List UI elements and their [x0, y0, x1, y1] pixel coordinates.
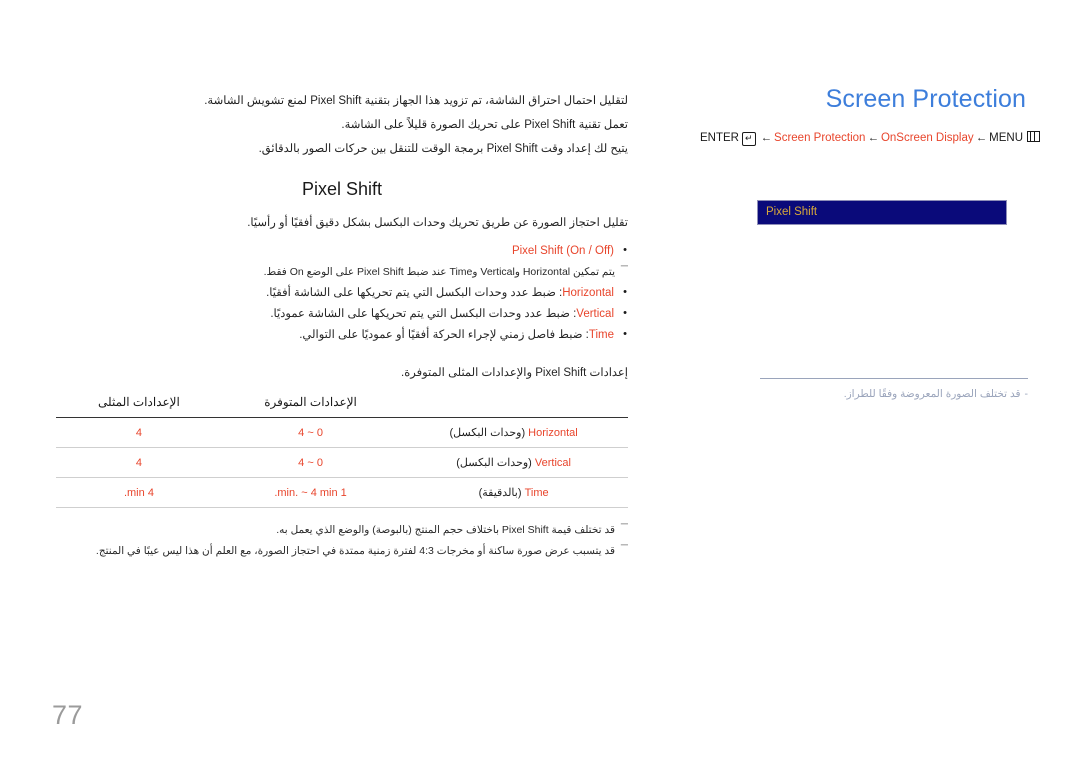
- osd-note-block: -قد تختلف الصورة المعروضة وفقًا للطراز.: [760, 378, 1028, 403]
- breadcrumb-arrow-2: ←: [867, 131, 879, 144]
- table-unit-horizontal: (وحدات البكسل): [449, 427, 526, 440]
- intro-line-3: يتيح لك إعداد وقت Pixel Shift برمجة الوق…: [258, 142, 628, 155]
- bottom-notes: قد تختلف قيمة Pixel Shift باختلاف حجم ال…: [56, 516, 628, 561]
- table-term-horizontal: Horizontal: [528, 427, 578, 440]
- bullet-pixel-shift-onoff-label: Pixel Shift (On / Off): [511, 244, 614, 257]
- bullet-horizontal: Horizontal: ضبط عدد وحدات البكسل التي يت…: [56, 283, 628, 304]
- bullet-horizontal-desc: : ضبط عدد وحدات البكسل التي يتم تحريكها …: [266, 287, 563, 300]
- breadcrumb-enter-label: ENTER: [700, 131, 739, 144]
- breadcrumb-arrow-3: ←: [975, 131, 988, 144]
- table-unit-vertical: (وحدات البكسل): [456, 457, 532, 470]
- table-header-optimal: الإعدادات المثلى: [98, 395, 180, 410]
- table-cell-available-vertical: 0 ~ 4: [221, 447, 400, 479]
- osd-menu-item-pixel-shift[interactable]: Pixel Shift: [757, 200, 1007, 225]
- body-content: لتقليل احتمال احتراق الشاشة، تم تزويد هذ…: [56, 92, 628, 564]
- breadcrumb-arrow-1: ←: [760, 131, 773, 144]
- table-term-time: Time: [524, 487, 549, 500]
- breadcrumb-item-screen-protection[interactable]: Screen Protection: [774, 132, 865, 144]
- osd-note-divider: [760, 378, 1028, 379]
- page-title: Screen Protection: [825, 85, 1026, 113]
- table-cell-term-time: Time (بالدقيقة): [399, 477, 628, 509]
- bullet-vertical-desc: : ضبط عدد وحدات البكسل التي يتم تحريكها …: [270, 308, 577, 321]
- note-enable-condition: يتم تمكين Horizontal وVertical وTime عند…: [56, 258, 628, 282]
- breadcrumb: ENTER ↵ ← Screen Protection ← OnScreen Displa…: [700, 130, 1041, 146]
- bullet-time-term: Time: [588, 328, 614, 341]
- section-title: Pixel Shift: [301, 179, 383, 200]
- bullet-pixel-shift-onoff: Pixel Shift (On / Off): [56, 241, 628, 262]
- table-cell-term-horizontal: Horizontal (وحدات البكسل): [399, 417, 628, 449]
- bottom-note-1: قد تختلف قيمة Pixel Shift باختلاف حجم ال…: [56, 516, 628, 540]
- table-header-label: [399, 391, 628, 418]
- option-bullet-list: Horizontal: ضبط عدد وحدات البكسل التي يت…: [56, 283, 628, 346]
- table-cell-available-horizontal: 0 ~ 4: [221, 417, 400, 449]
- table-cell-term-vertical: Vertical (وحدات البكسل): [399, 447, 628, 479]
- table-cell-optimal-vertical: 4: [56, 447, 222, 479]
- table-intro: إعدادات Pixel Shift والإعدادات المثلى ال…: [401, 366, 628, 379]
- manual-page: Screen Protection ENTER ↵ ← Screen Protecti…: [0, 0, 1080, 763]
- breadcrumb-item-menu[interactable]: MENU: [989, 132, 1023, 144]
- table-term-vertical: Vertical: [534, 457, 571, 470]
- bullet-vertical: Vertical: ضبط عدد وحدات البكسل التي يتم …: [56, 304, 628, 325]
- osd-note: -قد تختلف الصورة المعروضة وفقًا للطراز.: [760, 387, 1028, 403]
- page-number: 77: [52, 700, 84, 730]
- bullet-vertical-term: Vertical: [576, 308, 614, 321]
- bullet-time-desc: : ضبط فاصل زمني لإجراء الحركة أفقيًا أو …: [299, 328, 589, 341]
- table-cell-optimal-horizontal: 4: [56, 417, 222, 449]
- menu-grid-icon: [1027, 130, 1041, 142]
- osd-note-dash: -: [1024, 388, 1029, 400]
- bullet-horizontal-term: Horizontal: [562, 287, 614, 300]
- bottom-note-2: قد يتسبب عرض صورة ساكنة أو مخرجات 4:3 لف…: [56, 537, 628, 561]
- table-header-available: الإعدادات المتوفرة: [264, 395, 357, 410]
- table-unit-time: (بالدقيقة): [478, 487, 522, 500]
- osd-menu-mock: Pixel Shift: [757, 200, 1007, 225]
- enter-key-icon: ↵: [741, 131, 756, 146]
- table-cell-available-time: 1 min. ~ 4 min.: [221, 477, 400, 509]
- osd-note-text: قد تختلف الصورة المعروضة وفقًا للطراز.: [843, 388, 1021, 400]
- table-header-row: الإعدادات المتوفرة الإعدادات المثلى: [56, 391, 628, 418]
- feature-bullet-list: Pixel Shift (On / Off): [56, 241, 628, 262]
- intro-line-1: لتقليل احتمال احتراق الشاشة، تم تزويد هذ…: [204, 95, 628, 107]
- pixel-shift-settings-table: الإعدادات المتوفرة الإعدادات المثلى Hori…: [56, 391, 628, 509]
- intro-line-2: تعمل تقنية Pixel Shift على تحريك الصورة …: [341, 118, 628, 131]
- intro-paragraphs: لتقليل احتمال احتراق الشاشة، تم تزويد هذ…: [56, 92, 628, 159]
- table-row: Time (بالدقيقة) 1 min. ~ 4 min. 4 min.: [56, 477, 628, 509]
- table-row: Horizontal (وحدات البكسل) 0 ~ 4 4: [56, 417, 628, 449]
- table-cell-optimal-time: 4 min.: [56, 477, 222, 509]
- bullet-time: Time: ضبط فاصل زمني لإجراء الحركة أفقيًا…: [56, 325, 628, 346]
- table-row: Vertical (وحدات البكسل) 0 ~ 4 4: [56, 447, 628, 479]
- page-header-block: Screen Protection ENTER ↵ ← Screen Protecti…: [700, 85, 1041, 146]
- breadcrumb-item-onscreen-display[interactable]: OnScreen Display: [881, 132, 974, 144]
- section-lead: تقليل احتجاز الصورة عن طريق تحريك وحدات …: [247, 217, 628, 230]
